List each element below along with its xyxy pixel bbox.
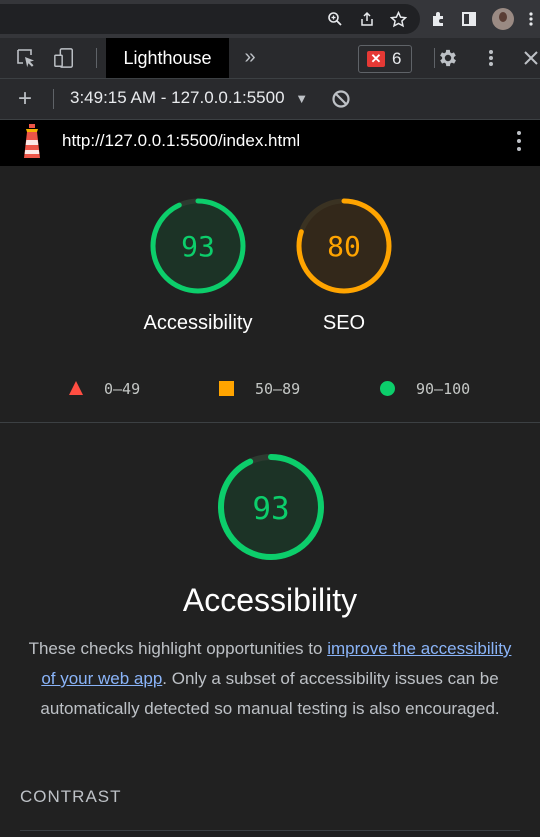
share-icon[interactable] (356, 8, 378, 30)
legend-range-fail: 0–49 (104, 380, 141, 398)
report-selector-label: 3:49:15 AM - 127.0.0.1:5500 (70, 88, 285, 107)
contrast-group-title[interactable]: CONTRAST (20, 787, 122, 807)
accessibility-gauge-label: Accessibility (143, 312, 253, 334)
chrome-menu-icon[interactable] (525, 8, 537, 30)
pass-circle-icon (380, 381, 395, 396)
devtools-toolbar: Lighthouse » (0, 38, 540, 79)
legend-range-average: 50–89 (255, 380, 301, 398)
group-divider (20, 830, 520, 831)
tab-lighthouse[interactable]: Lighthouse (106, 38, 229, 78)
section-divider (0, 422, 540, 423)
report-menu-icon[interactable] (508, 130, 530, 152)
seo-gauge-label: SEO (322, 312, 366, 334)
lighthouse-logo-icon (24, 124, 40, 158)
profile-avatar[interactable] (492, 8, 514, 30)
zoom-icon[interactable] (324, 8, 346, 30)
chevron-down-icon: ▼ (295, 91, 309, 106)
lighthouse-toolbar: + 3:49:15 AM - 127.0.0.1:5500 ▼ (0, 79, 540, 120)
category-description: These checks highlight opportunities to … (20, 634, 520, 724)
accessibility-gauge[interactable]: 93 (148, 196, 248, 296)
seo-gauge[interactable]: 80 (294, 196, 394, 296)
devtools-menu-icon[interactable] (480, 47, 502, 69)
description-text: These checks highlight opportunities to (28, 639, 328, 658)
gauge-score: 93 (252, 491, 289, 527)
error-icon: ✕ (367, 51, 385, 67)
error-count-badge[interactable]: ✕ 6 (358, 45, 412, 73)
close-devtools-icon[interactable] (520, 47, 540, 69)
device-toolbar-icon[interactable] (53, 47, 75, 69)
error-count: 6 (392, 49, 402, 68)
bookmark-star-icon[interactable] (387, 8, 409, 30)
side-panel-icon[interactable] (458, 8, 480, 30)
report-url[interactable]: http://127.0.0.1:5500/index.html (62, 131, 300, 151)
legend-range-pass: 90–100 (416, 380, 471, 398)
extensions-icon[interactable] (427, 8, 449, 30)
gauge-score: 93 (181, 230, 215, 263)
average-square-icon (219, 381, 234, 396)
inspect-element-icon[interactable] (15, 47, 37, 69)
browser-toolbar (0, 0, 540, 38)
category-title: Accessibility (182, 582, 358, 618)
gauge-score: 80 (327, 230, 361, 263)
settings-gear-icon[interactable] (437, 47, 459, 69)
new-report-plus-icon[interactable]: + (14, 85, 36, 112)
report-selector[interactable]: 3:49:15 AM - 127.0.0.1:5500 ▼ (70, 88, 308, 108)
clear-all-icon[interactable] (330, 88, 352, 110)
more-tabs-chevron-icon[interactable]: » (239, 46, 261, 68)
category-score-gauge: 93 (218, 454, 324, 560)
fail-triangle-icon (69, 381, 83, 395)
